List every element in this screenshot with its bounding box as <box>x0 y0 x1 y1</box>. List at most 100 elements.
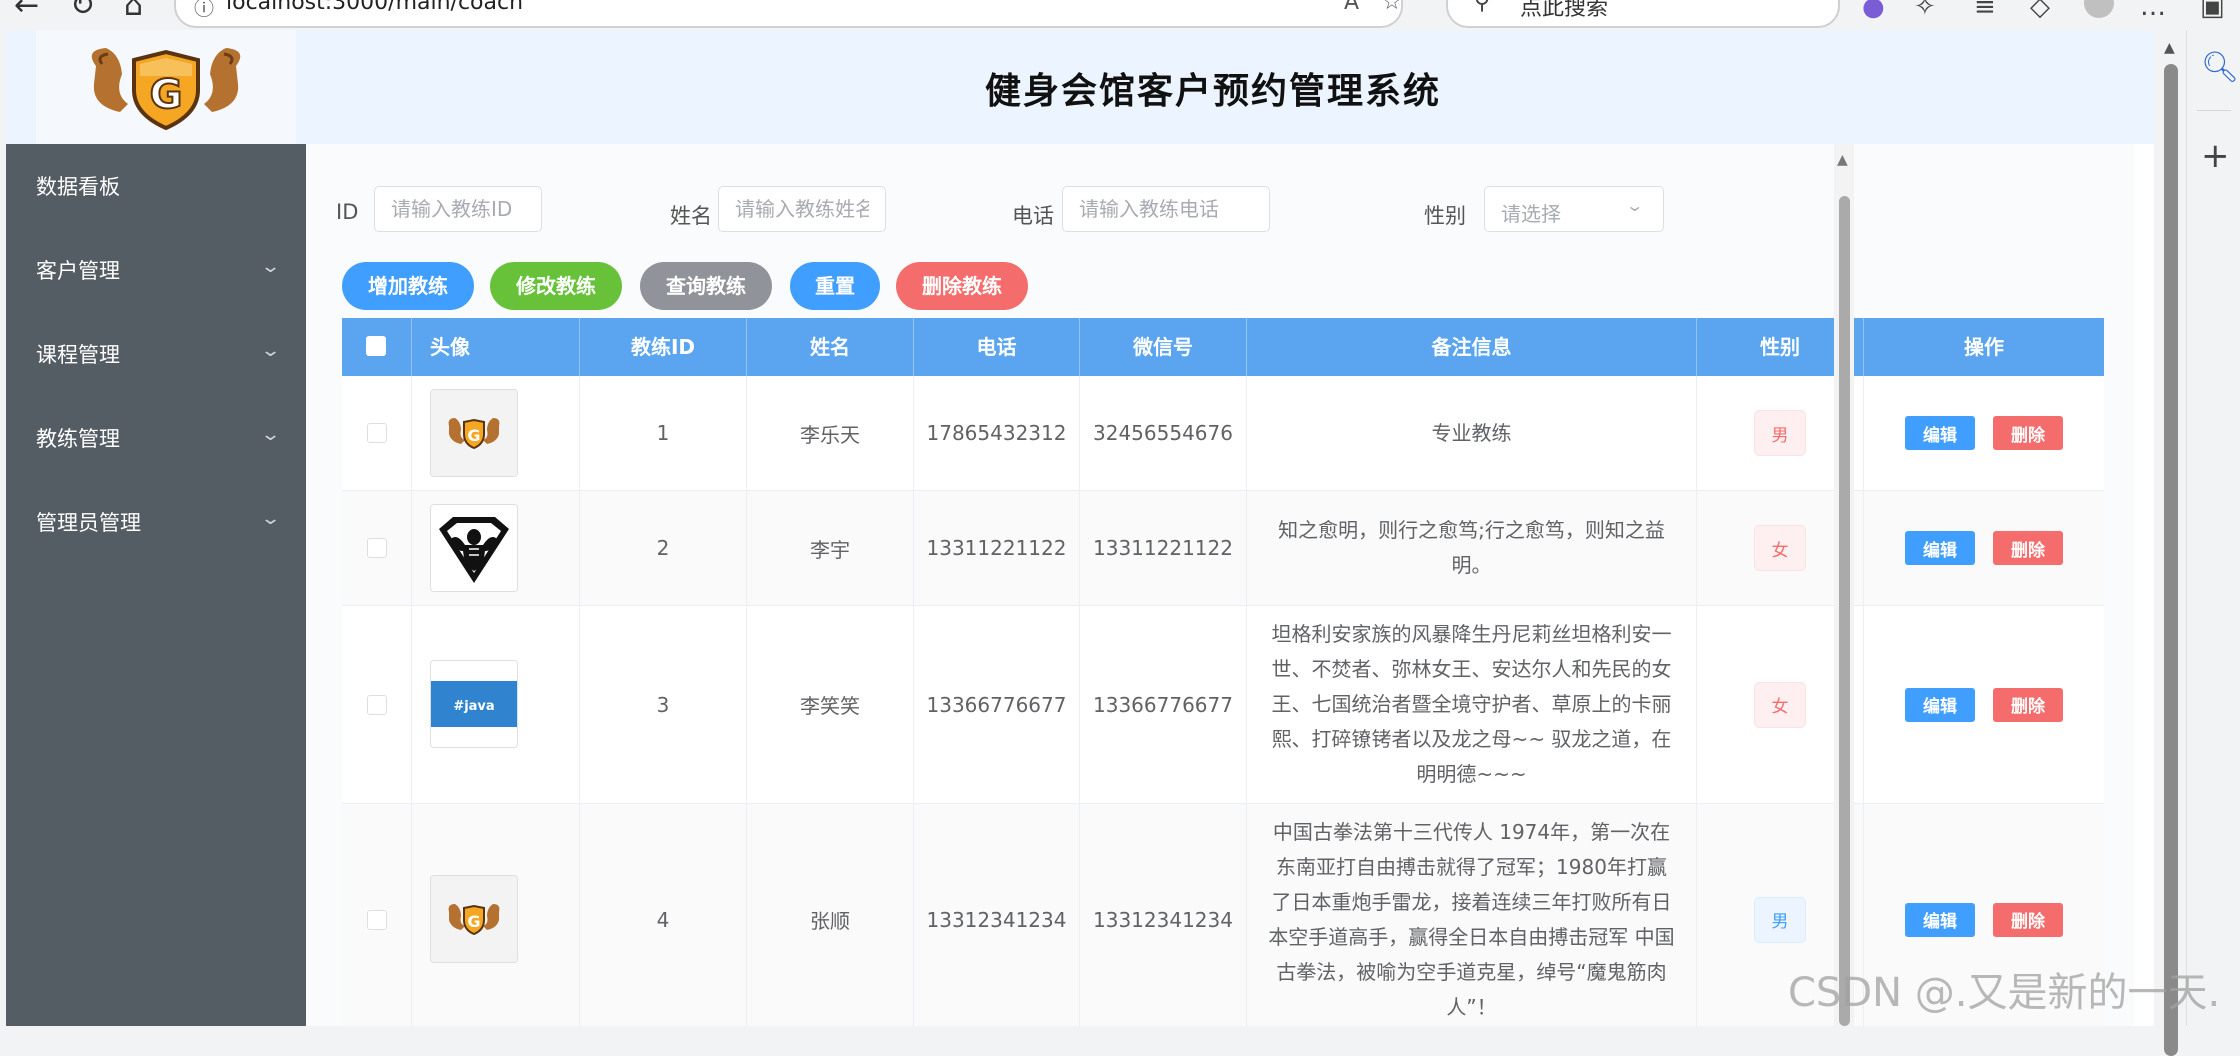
wechat-cell: 13366776677 <box>1080 606 1247 803</box>
actions-cell: 编辑 删除 <box>1864 491 2104 605</box>
column-header-avatar: 头像 <box>412 318 580 376</box>
gym-logo-icon: G <box>91 48 241 131</box>
chevron-down-icon: ⌄ <box>259 340 282 361</box>
page-scrollbar[interactable]: ▲ <box>2156 30 2186 1056</box>
gender-tag: 男 <box>1754 410 1806 456</box>
column-header-id: 教练ID <box>580 318 747 376</box>
sidebar-item-coaches[interactable]: 教练管理 ⌄ <box>6 396 306 480</box>
name-cell: 李笑笑 <box>747 606 914 803</box>
select-all-checkbox[interactable] <box>366 336 386 356</box>
sidebar-item-label: 管理员管理 <box>36 511 141 535</box>
browser-search-box[interactable]: ⚲ 点此搜索 <box>1446 0 1840 28</box>
column-header-remark: 备注信息 <box>1247 318 1697 376</box>
extensions-icon[interactable]: ✧ <box>1914 0 1936 22</box>
name-cell: 李乐天 <box>747 376 914 490</box>
sidebar-item-customers[interactable]: 客户管理 ⌄ <box>6 228 306 312</box>
home-icon[interactable]: ⌂ <box>124 0 143 23</box>
svg-text:G: G <box>467 426 480 445</box>
row-edit-button[interactable]: 编辑 <box>1905 416 1975 450</box>
scroll-up-arrow-icon[interactable]: ▲ <box>2164 40 2175 56</box>
row-delete-button[interactable]: 删除 <box>1993 902 2063 937</box>
remark-cell: 知之愈明，则行之愈笃;行之愈笃，则知之益明。 <box>1247 491 1697 605</box>
browser-side-panel: 🔍︎ + <box>2186 30 2240 1026</box>
reset-button[interactable]: 重置 <box>790 262 880 310</box>
csdn-watermark: CSDN @.又是新的一天. <box>1788 970 2221 1016</box>
side-panel-divider <box>2197 110 2231 111</box>
column-header-wechat: 微信号 <box>1080 318 1247 376</box>
page-scrollbar-thumb[interactable] <box>2164 64 2178 1056</box>
sidebar-item-label: 数据看板 <box>36 175 120 199</box>
row-delete-button[interactable]: 删除 <box>1993 416 2063 450</box>
sidebar-item-label: 课程管理 <box>36 343 120 367</box>
name-cell: 李宇 <box>747 491 914 605</box>
id-cell: 1 <box>580 376 747 490</box>
site-info-icon[interactable]: ⓘ <box>194 0 214 21</box>
coach-avatar[interactable] <box>430 504 518 592</box>
read-aloud-icon[interactable]: A <box>1344 0 1359 15</box>
app-header: G 健身会馆客户预约管理系统 <box>6 30 2154 144</box>
column-header-phone: 电话 <box>914 318 1080 376</box>
browser-toolbar: ← ↻ ⌂ ⓘ localhost:3000/main/coach A ☆ ⚲ … <box>0 0 2240 30</box>
phone-filter-input[interactable] <box>1062 186 1270 232</box>
gender-tag: 男 <box>1754 896 1806 943</box>
svg-text:G: G <box>150 72 183 118</box>
back-icon[interactable]: ← <box>14 0 39 23</box>
sidebar-item-dashboard[interactable]: 数据看板 <box>6 144 306 228</box>
gender-tag: 女 <box>1754 681 1806 728</box>
refresh-icon[interactable]: ↻ <box>70 0 95 23</box>
query-coach-button[interactable]: 查询教练 <box>640 262 772 310</box>
content-scrollbar-thumb[interactable] <box>1839 196 1850 1026</box>
row-checkbox[interactable] <box>366 423 387 443</box>
row-select-cell <box>342 606 412 803</box>
coach-avatar[interactable]: G <box>430 875 518 963</box>
coach-avatar[interactable]: #java <box>430 660 518 748</box>
name-filter-input[interactable] <box>718 186 886 232</box>
row-edit-button[interactable]: 编辑 <box>1905 687 1975 722</box>
sidebar-item-label: 教练管理 <box>36 427 120 451</box>
row-checkbox[interactable] <box>366 909 387 930</box>
row-delete-button[interactable]: 删除 <box>1993 687 2063 722</box>
favorites-list-icon[interactable]: ≡ <box>1974 0 1996 22</box>
collections-icon[interactable]: ◇ <box>2030 0 2050 22</box>
avatar-cell: G <box>412 804 580 1026</box>
gender-filter-select[interactable]: 请选择 ⌄ <box>1484 186 1664 232</box>
row-select-cell <box>342 804 412 1026</box>
favorite-star-icon[interactable]: ☆ <box>1382 0 1402 15</box>
address-bar[interactable]: ⓘ localhost:3000/main/coach A ☆ <box>174 0 1403 28</box>
add-coach-button[interactable]: 增加教练 <box>342 262 474 310</box>
row-select-cell <box>342 376 412 490</box>
java-avatar-text: #java <box>453 699 494 714</box>
logo-area: G <box>36 30 296 144</box>
id-filter-input[interactable] <box>374 186 542 232</box>
row-edit-button[interactable]: 编辑 <box>1905 531 1975 565</box>
name-cell: 张顺 <box>747 804 914 1026</box>
row-delete-button[interactable]: 删除 <box>1993 531 2063 565</box>
actions-cell: 编辑 删除 <box>1864 376 2104 490</box>
split-screen-icon[interactable]: ▣ <box>2200 0 2225 22</box>
content-scrollbar[interactable]: ▲ <box>1834 144 1854 1026</box>
app-window: G 健身会馆客户预约管理系统 数据看板 客户管理 ⌄ 课程管理 ⌄ 教练管理 ⌄… <box>6 30 2154 1026</box>
avatar-cell: G <box>412 376 580 490</box>
sidebar-item-courses[interactable]: 课程管理 ⌄ <box>6 312 306 396</box>
row-checkbox[interactable] <box>366 694 387 715</box>
coach-avatar[interactable]: G <box>430 389 518 477</box>
row-edit-button[interactable]: 编辑 <box>1905 902 1975 937</box>
column-header-name: 姓名 <box>747 318 914 376</box>
avatar-cell: #java <box>412 606 580 803</box>
delete-coach-button[interactable]: 删除教练 <box>896 262 1028 310</box>
edit-coach-button[interactable]: 修改教练 <box>490 262 622 310</box>
sidebar: 数据看板 客户管理 ⌄ 课程管理 ⌄ 教练管理 ⌄ 管理员管理 ⌄ <box>6 144 306 1026</box>
scroll-up-arrow-icon[interactable]: ▲ <box>1837 152 1848 168</box>
id-cell: 2 <box>580 491 747 605</box>
profile-avatar-icon[interactable] <box>2084 0 2114 18</box>
sidebar-item-label: 客户管理 <box>36 259 120 283</box>
copilot-icon[interactable]: ● <box>1862 0 1885 22</box>
street-workout-avatar-icon <box>431 505 517 591</box>
sidebar-item-admins[interactable]: 管理员管理 ⌄ <box>6 480 306 564</box>
column-header-actions: 操作 <box>1964 335 2004 359</box>
row-checkbox[interactable] <box>366 538 387 558</box>
add-panel-icon[interactable]: + <box>2201 136 2230 176</box>
more-menu-icon[interactable]: … <box>2140 0 2166 22</box>
wechat-cell: 13311221122 <box>1080 491 1247 605</box>
sidebar-search-icon[interactable]: 🔍︎ <box>2201 50 2239 85</box>
